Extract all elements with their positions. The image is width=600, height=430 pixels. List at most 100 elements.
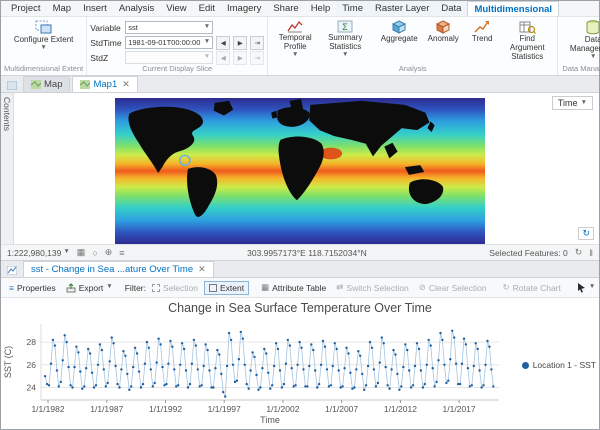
pointer-tool-button[interactable]: ▼ <box>573 281 599 294</box>
chart-tab-label: sst - Change in Sea ...ature Over Time <box>31 264 193 275</box>
tab-data[interactable]: Data <box>435 1 467 16</box>
clear-selection-label: Clear Selection <box>429 283 487 293</box>
svg-text:1/1/1992: 1/1/1992 <box>149 404 182 414</box>
tab-multidimensional[interactable]: Multidimensional <box>467 1 559 16</box>
pause-icon[interactable]: ‖ <box>589 248 593 258</box>
switch-selection-label: Switch Selection <box>346 283 408 293</box>
svg-text:SST (C): SST (C) <box>3 346 13 378</box>
switch-selection-button: ⇄ Switch Selection <box>332 281 413 294</box>
scale-dropdown[interactable]: 1:222,980,139 ▼ <box>7 248 70 258</box>
map-refresh-widget[interactable]: ↻ <box>578 227 594 240</box>
close-icon[interactable]: ✕ <box>198 264 206 275</box>
filter-label: Filter: <box>125 283 146 293</box>
tab-raster-layer[interactable]: Raster Layer <box>369 1 435 16</box>
ribbon-tab-bar: Project Map Insert Analysis View Edit Im… <box>1 1 599 17</box>
group-label-data-management: Data Management <box>561 64 600 75</box>
group-analysis: Temporal Profile ▼ Σ Summary Statistics … <box>268 17 558 75</box>
z-step-last-button: ⇥ <box>250 51 264 65</box>
chart-tab[interactable]: sst - Change in Sea ...ature Over Time ✕ <box>23 261 214 277</box>
chart-view[interactable]: Change in Sea Surface Temperature Over T… <box>1 298 599 429</box>
rotate-chart-button: ↻ Rotate Chart <box>499 281 565 294</box>
trend-button[interactable]: Trend <box>465 18 499 46</box>
tab-project[interactable]: Project <box>5 1 47 16</box>
temporal-profile-icon <box>287 20 303 33</box>
chevron-down-icon: ▼ <box>204 24 210 31</box>
variable-value: sst <box>128 23 138 32</box>
tab-map[interactable]: Map <box>47 1 77 16</box>
attribute-table-button[interactable]: ▦ Attribute Table <box>257 281 330 294</box>
map-tab-label: Map <box>44 79 62 90</box>
tab-edit[interactable]: Edit <box>193 1 221 16</box>
properties-button[interactable]: ≡ Properties <box>5 282 60 294</box>
export-button[interactable]: Export ▼ <box>62 282 117 294</box>
time-step-last-button[interactable]: ⇥ <box>250 36 264 50</box>
time-overlay-button[interactable]: Time ▼ <box>552 96 593 110</box>
summary-statistics-button[interactable]: Σ Summary Statistics ▼ <box>320 18 370 60</box>
chart-legend[interactable]: Location 1 - SST <box>522 360 596 370</box>
grid-icon[interactable]: ▦ <box>77 247 86 258</box>
find-argument-statistics-button[interactable]: Find Argument Statistics <box>500 18 554 63</box>
contents-pane-tab[interactable]: Contents <box>1 93 14 244</box>
variable-label: Variable <box>90 23 122 33</box>
selection-icon <box>152 284 160 292</box>
close-icon[interactable]: ✕ <box>122 79 130 90</box>
map-status-bar: 1:222,980,139 ▼ ▦ ○ ⊕ ≡ 303.9957173°E 11… <box>1 244 599 260</box>
svg-text:1/1/2012: 1/1/2012 <box>384 404 417 414</box>
stdtime-row: StdTime 1981-09-01T00:00:00 ▼ ◀ ▶ ⇥ <box>90 36 264 49</box>
svg-text:Σ: Σ <box>342 22 348 32</box>
table-icon: ▦ <box>261 282 269 293</box>
tab-time[interactable]: Time <box>336 1 369 16</box>
export-icon <box>66 283 76 293</box>
trend-icon <box>474 20 490 34</box>
anomaly-cube-icon <box>435 20 451 34</box>
stdtime-value: 1981-09-01T00:00:00 <box>128 38 200 47</box>
pointer-icon <box>577 282 586 293</box>
attribute-table-label: Attribute Table <box>272 283 326 293</box>
tab-share[interactable]: Share <box>267 1 304 16</box>
multidimensional-ribbon: Configure Extent ▼ Multidimensional Exte… <box>1 17 599 76</box>
data-management-button[interactable]: Data Management ▼ <box>561 18 600 62</box>
map1-tab[interactable]: Map1 ✕ <box>72 76 137 92</box>
refresh-icon[interactable]: ↻ <box>575 247 583 258</box>
group-label-multidimensional-extent: Multidimensional Extent <box>4 64 83 75</box>
tab-view[interactable]: View <box>160 1 192 16</box>
map-tab[interactable]: Map <box>23 76 70 92</box>
globe-icon[interactable]: ○ <box>92 248 97 258</box>
rotate-chart-label: Rotate Chart <box>513 283 561 293</box>
configure-extent-button[interactable]: Configure Extent ▼ <box>13 18 75 53</box>
time-step-back-button[interactable]: ◀ <box>216 36 230 50</box>
stdtime-dropdown[interactable]: 1981-09-01T00:00:00 ▼ <box>125 36 213 49</box>
anomaly-button[interactable]: Anomaly <box>422 18 464 46</box>
switch-selection-icon: ⇄ <box>336 282 343 293</box>
chevron-down-icon: ▼ <box>40 45 46 52</box>
filter-extent-button[interactable]: Extent <box>204 281 249 295</box>
world-sst-raster[interactable] <box>115 98 485 244</box>
map-viewport[interactable]: Contents Time ▼ <box>1 93 599 244</box>
snap-icon[interactable]: ⊕ <box>105 247 113 258</box>
variable-row: Variable sst ▼ <box>90 21 213 34</box>
time-step-forward-button[interactable]: ▶ <box>233 36 247 50</box>
extent-label: Extent <box>220 283 244 293</box>
clear-selection-icon: ⊘ <box>419 282 426 293</box>
aggregate-button[interactable]: Aggregate <box>377 18 421 46</box>
tab-analysis[interactable]: Analysis <box>113 1 160 16</box>
legend-marker <box>522 362 529 369</box>
svg-text:1/1/2007: 1/1/2007 <box>325 404 358 414</box>
svg-text:1/1/1987: 1/1/1987 <box>90 404 123 414</box>
tab-imagery[interactable]: Imagery <box>221 1 267 16</box>
tab-help[interactable]: Help <box>305 1 337 16</box>
temporal-profile-button[interactable]: Temporal Profile ▼ <box>271 18 319 60</box>
trend-label: Trend <box>472 35 493 44</box>
variable-dropdown[interactable]: sst ▼ <box>125 21 213 34</box>
find-argument-statistics-label: Find Argument Statistics <box>501 35 553 61</box>
chart-title: Change in Sea Surface Temperature Over T… <box>1 298 599 318</box>
sst-time-series-chart[interactable]: 2426281/1/19821/1/19871/1/19921/1/19971/… <box>1 318 600 426</box>
tab-insert[interactable]: Insert <box>77 1 113 16</box>
chevron-down-icon: ▼ <box>342 52 348 59</box>
map-icon <box>31 80 41 89</box>
layers-icon[interactable]: ≡ <box>119 248 124 258</box>
svg-text:Time: Time <box>260 415 280 425</box>
chevron-down-icon: ▼ <box>63 249 69 256</box>
chevron-down-icon: ▼ <box>589 284 595 291</box>
summary-statistics-icon: Σ <box>337 20 353 33</box>
